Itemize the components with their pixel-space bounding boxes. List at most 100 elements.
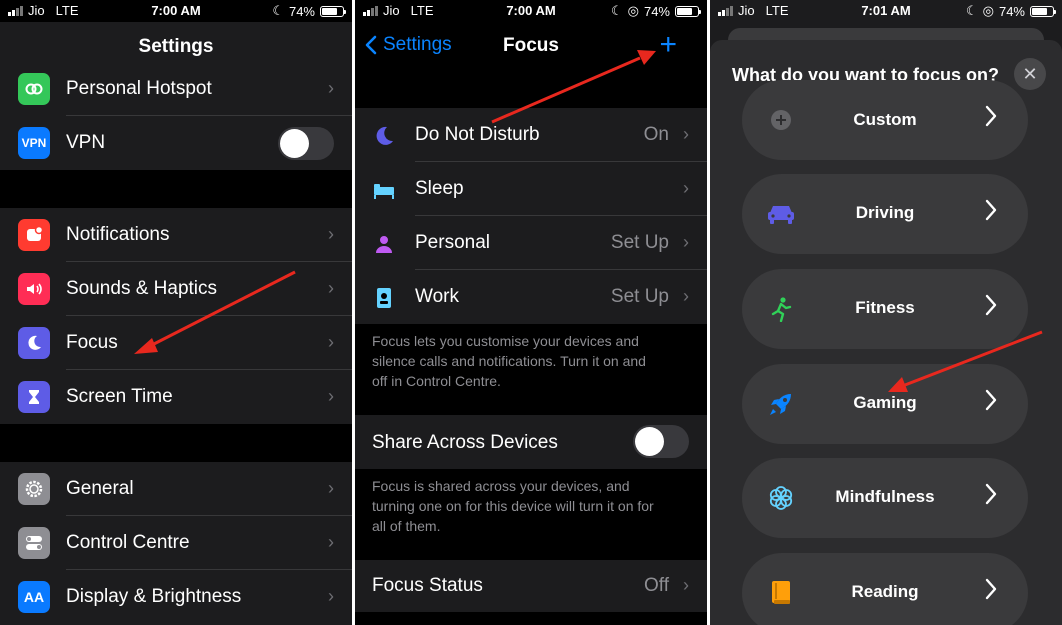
focus-item-work[interactable]: Work Set Up › — [355, 270, 707, 324]
share-across-devices-toggle[interactable] — [633, 425, 689, 458]
focus-screen: Jio LTE 7:00 AM ☾ ◎ 74% Settings Focus +… — [355, 0, 707, 625]
chevron-right-icon: › — [328, 532, 334, 552]
focus-option-fitness[interactable]: Fitness — [742, 269, 1028, 349]
chevron-right-icon: › — [683, 124, 689, 144]
focus-option-gaming[interactable]: Gaming — [742, 364, 1028, 444]
share-label: Share Across Devices — [372, 432, 558, 453]
vpn-icon: VPN — [18, 127, 50, 159]
settings-item-general[interactable]: General › — [0, 462, 352, 516]
share-across-devices-row: Share Across Devices — [355, 415, 707, 469]
settings-item-label: General — [66, 478, 134, 499]
moon-icon: ☾ — [610, 3, 623, 18]
settings-item-label: Notifications — [66, 224, 170, 245]
focus-option-reading[interactable]: Reading — [742, 553, 1028, 625]
display-icon: AA — [18, 581, 50, 613]
focus-item-label: Work — [415, 286, 459, 307]
page-title: Focus — [503, 35, 559, 56]
settings-screen: Jio LTE 7:00 AM ☾ 74% Settings Personal … — [0, 0, 352, 625]
focus-item-label: Sleep — [415, 178, 464, 199]
footer-line: silence calls and notifications. Turn it… — [372, 353, 646, 369]
chevron-right-icon: › — [683, 286, 689, 306]
footer-line: Focus lets you customise your devices an… — [372, 333, 639, 349]
moon-icon — [376, 126, 393, 145]
chevron-right-icon: › — [328, 224, 334, 244]
settings-item-display-brightness[interactable]: AA Display & Brightness › — [0, 570, 352, 624]
status-bar: Jio LTE 7:00 AM ☾ 74% — [0, 0, 352, 22]
footer-line: turning one on for this device will turn… — [372, 498, 654, 514]
status-bar: Jio LTE 7:01 AM ☾ ◎ 74% — [710, 0, 1062, 22]
focus-item-label: Do Not Disturb — [415, 124, 540, 145]
focus-picker-screen: Jio LTE 7:01 AM ☾ ◎ 74% What do you want… — [710, 0, 1062, 625]
focus-option-mindfulness[interactable]: Mindfulness — [742, 458, 1028, 538]
close-button[interactable]: ✕ — [1014, 58, 1046, 90]
battery-icon — [675, 5, 701, 17]
chevron-right-icon: › — [328, 332, 334, 352]
footer-line: Focus is shared across your devices, and — [372, 478, 630, 494]
settings-group-notifications: Notifications › Sounds & Haptics › Focus… — [0, 208, 352, 424]
vpn-toggle[interactable] — [278, 127, 334, 160]
notifications-icon — [18, 219, 50, 251]
settings-item-notifications[interactable]: Notifications › — [0, 208, 352, 262]
battery-icon — [1030, 5, 1056, 17]
battery-percent: 74% — [998, 3, 1025, 19]
chevron-right-icon — [984, 104, 998, 135]
bed-icon — [374, 184, 394, 199]
focus-option-custom[interactable]: Custom — [742, 80, 1028, 160]
settings-group-general: General › Control Centre › AA Display & … — [0, 462, 352, 625]
page-title: Settings — [138, 36, 214, 57]
battery-icon — [320, 5, 346, 17]
rotation-lock-icon: ◎ — [982, 3, 994, 18]
chevron-right-icon: › — [328, 478, 334, 498]
settings-item-screen-time[interactable]: Screen Time › — [0, 370, 352, 424]
focus-status-value: Off — [644, 575, 669, 596]
settings-item-label: VPN — [66, 132, 106, 153]
settings-item-label: Display & Brightness — [66, 586, 242, 607]
chevron-right-icon — [984, 293, 998, 324]
settings-item-sounds-haptics[interactable]: Sounds & Haptics › — [0, 262, 352, 316]
moon-icon: ☾ — [965, 3, 978, 18]
settings-item-focus[interactable]: Focus › — [0, 316, 352, 370]
settings-item-control-centre[interactable]: Control Centre › — [0, 516, 352, 570]
settings-item-label: Screen Time — [66, 386, 173, 407]
sounds-icon — [18, 273, 50, 305]
focus-status-label: Focus Status — [372, 575, 483, 596]
gear-icon — [18, 473, 50, 505]
focus-item-value: Set Up — [610, 286, 669, 307]
chevron-right-icon — [984, 482, 998, 513]
person-icon — [376, 236, 392, 253]
focus-item-label: Personal — [415, 232, 490, 253]
moon-icon — [18, 327, 50, 359]
focus-footer-text: Focus lets you customise your devices an… — [372, 331, 687, 391]
chevron-right-icon: › — [683, 232, 689, 252]
footer-line: all of them. — [372, 518, 441, 534]
chevron-right-icon — [984, 577, 998, 608]
rotation-lock-icon: ◎ — [627, 3, 639, 18]
focus-status-row[interactable]: Focus Status Off › — [355, 560, 707, 612]
footer-line: off in Control Centre. — [372, 373, 501, 389]
status-bar: Jio LTE 7:00 AM ☾ ◎ 74% — [355, 0, 707, 22]
focus-option-driving[interactable]: Driving — [742, 174, 1028, 254]
settings-header: Settings — [0, 22, 352, 70]
focus-item-do-not-disturb[interactable]: Do Not Disturb On › — [355, 108, 707, 162]
focus-item-value: On — [643, 124, 669, 145]
settings-item-label: Personal Hotspot — [66, 78, 212, 99]
add-focus-button[interactable]: + — [659, 30, 677, 60]
hourglass-icon — [18, 381, 50, 413]
chevron-right-icon: › — [328, 586, 334, 606]
share-footer-text: Focus is shared across your devices, and… — [372, 476, 687, 536]
focus-list: Do Not Disturb On › Sleep › Personal Set… — [355, 108, 707, 324]
settings-item-personal-hotspot[interactable]: Personal Hotspot › — [0, 70, 352, 116]
settings-group-network: Personal Hotspot › VPN VPN — [0, 70, 352, 170]
battery-percent: 74% — [288, 3, 315, 19]
navigation-bar: Settings Focus + — [355, 22, 707, 70]
settings-item-vpn: VPN VPN — [0, 116, 352, 170]
chevron-right-icon: › — [683, 575, 689, 595]
chevron-right-icon: › — [683, 178, 689, 198]
focus-item-sleep[interactable]: Sleep › — [355, 162, 707, 216]
hotspot-icon — [18, 73, 50, 105]
toggle-knob — [635, 427, 664, 456]
chevron-right-icon: › — [328, 386, 334, 406]
focus-item-personal[interactable]: Personal Set Up › — [355, 216, 707, 270]
chevron-right-icon — [984, 388, 998, 419]
settings-item-label: Sounds & Haptics — [66, 278, 218, 299]
